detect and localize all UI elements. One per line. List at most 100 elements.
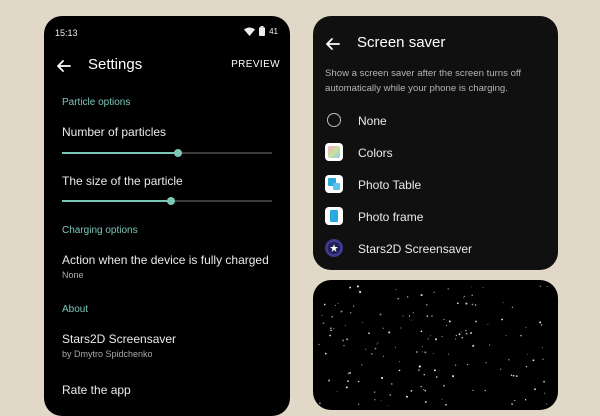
star-dot xyxy=(345,386,348,389)
star-dot xyxy=(421,346,423,348)
star-dot xyxy=(402,315,404,317)
back-arrow-icon[interactable] xyxy=(54,56,74,76)
star-dot xyxy=(510,374,513,376)
section-about: About xyxy=(62,304,89,315)
star-dot xyxy=(532,359,535,362)
star-dot xyxy=(349,312,352,314)
star-dot xyxy=(454,364,457,367)
star-dot xyxy=(511,403,514,406)
star-dot xyxy=(539,321,542,324)
star-dot xyxy=(458,333,461,336)
star-dot xyxy=(482,287,484,289)
star-dot xyxy=(357,290,359,291)
star-dot xyxy=(489,344,491,346)
star-dot xyxy=(471,286,472,288)
option-label: Stars2D Screensaver xyxy=(358,242,473,256)
action-when-charged-value: None xyxy=(62,270,84,280)
star-dot xyxy=(423,374,425,376)
battery-icon xyxy=(259,26,266,36)
star-dot xyxy=(321,314,323,316)
star-dot xyxy=(357,403,360,406)
rate-the-app-item[interactable]: Rate the app xyxy=(62,383,131,397)
stars-preview-screen xyxy=(313,280,558,410)
star-dot xyxy=(542,358,544,360)
star-dot xyxy=(511,306,514,309)
star-dot xyxy=(508,358,510,361)
particle-size-slider[interactable] xyxy=(62,194,272,208)
option-label: None xyxy=(358,114,387,128)
option-label: Photo Table xyxy=(358,178,422,192)
star-dot xyxy=(379,313,382,316)
star-dot xyxy=(512,374,515,377)
star-dot xyxy=(484,389,486,392)
section-charging-options: Charging options xyxy=(62,225,138,236)
section-particle-options: Particle options xyxy=(62,97,131,108)
star-dot xyxy=(410,389,413,392)
star-dot xyxy=(347,380,350,383)
action-when-charged-label: Action when the device is fully charged xyxy=(62,253,269,267)
star-dot xyxy=(465,329,467,332)
star-dot xyxy=(398,361,400,363)
star-dot xyxy=(434,338,438,341)
star-dot xyxy=(525,326,527,328)
star-dot xyxy=(364,348,367,350)
number-of-particles-slider[interactable] xyxy=(62,146,272,160)
star-dot xyxy=(431,315,433,317)
star-dot xyxy=(333,328,335,330)
star-dot xyxy=(391,383,393,385)
star-dot xyxy=(368,332,370,335)
star-dot xyxy=(526,353,528,355)
star-dot xyxy=(400,327,402,329)
star-dot xyxy=(485,362,487,364)
back-arrow-icon[interactable] xyxy=(323,34,343,54)
slider-thumb[interactable] xyxy=(167,197,176,205)
star-dot xyxy=(515,375,518,377)
star-dot xyxy=(387,405,389,407)
star-dot xyxy=(539,285,541,287)
status-icons: 41 xyxy=(244,26,278,36)
starfield-canvas xyxy=(318,285,548,407)
star-dot xyxy=(394,346,396,348)
star-dot xyxy=(461,337,464,339)
star-dot xyxy=(353,305,355,307)
star-dot xyxy=(429,335,431,337)
star-dot xyxy=(411,319,412,321)
star-dot xyxy=(420,385,422,388)
star-dot xyxy=(474,304,477,306)
star-dot xyxy=(465,332,468,335)
star-dot xyxy=(323,303,326,306)
photo-table-icon xyxy=(325,175,343,193)
slider-thumb[interactable] xyxy=(173,149,182,157)
star-dot xyxy=(505,335,507,336)
photo-frame-icon xyxy=(325,207,343,225)
stars2d-app-icon xyxy=(325,239,343,257)
star-dot xyxy=(374,347,377,350)
star-dot xyxy=(423,388,425,391)
star-dot xyxy=(540,324,543,326)
star-dot xyxy=(361,364,363,366)
option-photo-frame[interactable]: Photo frame xyxy=(325,206,545,230)
star-dot xyxy=(534,388,536,391)
star-dot xyxy=(388,331,391,334)
star-dot xyxy=(377,342,379,344)
star-dot xyxy=(466,364,468,366)
star-dot xyxy=(500,368,502,370)
star-dot xyxy=(525,365,528,368)
preview-button[interactable]: PREVIEW xyxy=(231,59,280,70)
star-dot xyxy=(546,286,548,288)
option-none[interactable]: None xyxy=(325,110,545,134)
top-app-bar: Settings PREVIEW xyxy=(44,54,290,86)
option-colors[interactable]: Colors xyxy=(325,142,545,166)
star-dot xyxy=(435,376,438,378)
option-photo-table[interactable]: Photo Table xyxy=(325,174,545,198)
wifi-icon xyxy=(244,27,256,36)
star-dot xyxy=(382,327,384,329)
star-dot xyxy=(544,392,546,394)
star-dot xyxy=(487,323,489,325)
page-title: Screen saver xyxy=(357,34,446,51)
star-dot xyxy=(514,399,516,402)
option-stars2d-screensaver[interactable]: Stars2D Screensaver xyxy=(325,238,545,262)
star-dot xyxy=(319,402,321,405)
star-dot xyxy=(543,380,546,383)
star-dot xyxy=(318,343,320,346)
